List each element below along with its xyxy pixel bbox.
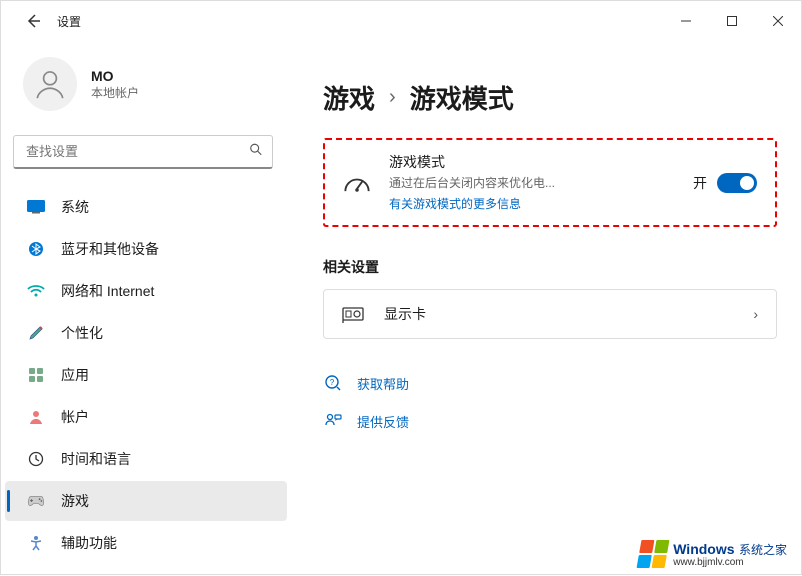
sidebar-item-accessibility[interactable]: 辅助功能 xyxy=(5,523,287,563)
get-help-link[interactable]: ? 获取帮助 xyxy=(323,373,777,393)
sidebar: MO 本地帐户 系统 蓝牙和其他设备 网络和 Internet xyxy=(1,41,291,576)
close-button[interactable] xyxy=(755,1,801,41)
back-button[interactable] xyxy=(17,5,49,37)
window-controls xyxy=(663,1,801,41)
feedback-link[interactable]: 提供反馈 xyxy=(323,411,777,431)
user-subtitle: 本地帐户 xyxy=(91,84,139,101)
sidebar-item-label: 网络和 Internet xyxy=(61,281,154,301)
game-mode-toggle[interactable] xyxy=(717,173,757,193)
minimize-button[interactable] xyxy=(663,1,709,41)
monitor-icon xyxy=(27,198,45,216)
speed-icon xyxy=(343,169,371,197)
action-links: ? 获取帮助 提供反馈 xyxy=(323,373,777,431)
sidebar-item-label: 时间和语言 xyxy=(61,449,131,469)
sidebar-item-bluetooth[interactable]: 蓝牙和其他设备 xyxy=(5,229,287,269)
display-card-label: 显示卡 xyxy=(384,304,735,324)
app-title: 设置 xyxy=(57,13,81,30)
sidebar-item-label: 应用 xyxy=(61,365,89,385)
search-icon xyxy=(249,143,263,162)
feedback-icon xyxy=(323,411,343,431)
sidebar-item-personalization[interactable]: 个性化 xyxy=(5,313,287,353)
breadcrumb: 游戏 › 游戏模式 xyxy=(323,79,777,116)
gamepad-icon xyxy=(27,492,45,510)
wifi-icon xyxy=(27,282,45,300)
user-block[interactable]: MO 本地帐户 xyxy=(1,49,291,119)
chevron-right-icon: › xyxy=(389,86,396,109)
close-icon xyxy=(773,16,783,26)
game-mode-subtitle: 通过在后台关闭内容来优化电... xyxy=(389,174,675,191)
sidebar-item-label: 游戏 xyxy=(61,491,89,511)
bluetooth-icon xyxy=(27,240,45,258)
game-mode-title: 游戏模式 xyxy=(389,152,675,172)
sidebar-item-apps[interactable]: 应用 xyxy=(5,355,287,395)
sidebar-item-accounts[interactable]: 帐户 xyxy=(5,397,287,437)
maximize-button[interactable] xyxy=(709,1,755,41)
paintbrush-icon xyxy=(27,324,45,342)
sidebar-item-time-language[interactable]: 时间和语言 xyxy=(5,439,287,479)
main-content: 游戏 › 游戏模式 游戏模式 通过在后台关闭内容来优化电... 有关游戏模式的更… xyxy=(291,41,801,576)
game-mode-toggle-wrap: 开 xyxy=(693,173,757,193)
svg-text:?: ? xyxy=(330,378,335,387)
gpu-icon xyxy=(342,304,366,324)
sidebar-item-label: 系统 xyxy=(61,197,89,217)
related-settings-heading: 相关设置 xyxy=(323,257,777,277)
user-name: MO xyxy=(91,68,139,84)
search-input[interactable] xyxy=(13,135,273,169)
sidebar-item-label: 帐户 xyxy=(61,407,89,427)
watermark-sub: 系统之家 xyxy=(739,543,787,557)
help-label: 获取帮助 xyxy=(357,374,409,393)
accessibility-icon xyxy=(27,534,45,552)
sidebar-item-gaming[interactable]: 游戏 xyxy=(5,481,287,521)
clock-icon xyxy=(27,450,45,468)
watermark: Windows 系统之家 www.bjjmlv.com xyxy=(629,536,797,572)
breadcrumb-current: 游戏模式 xyxy=(410,79,514,116)
chevron-right-icon: › xyxy=(753,306,758,322)
feedback-label: 提供反馈 xyxy=(357,412,409,431)
sidebar-item-system[interactable]: 系统 xyxy=(5,187,287,227)
minimize-icon xyxy=(681,16,691,26)
sidebar-item-network[interactable]: 网络和 Internet xyxy=(5,271,287,311)
sidebar-item-label: 辅助功能 xyxy=(61,533,117,553)
game-mode-more-link[interactable]: 有关游戏模式的更多信息 xyxy=(389,195,521,212)
toggle-state-label: 开 xyxy=(693,173,707,193)
maximize-icon xyxy=(727,16,737,26)
display-card-link[interactable]: 显示卡 › xyxy=(323,289,777,339)
search-wrap xyxy=(13,135,273,169)
sidebar-item-label: 个性化 xyxy=(61,323,103,343)
breadcrumb-parent[interactable]: 游戏 xyxy=(323,79,375,116)
arrow-left-icon xyxy=(25,13,41,29)
apps-icon xyxy=(27,366,45,384)
help-icon: ? xyxy=(323,373,343,393)
nav-list: 系统 蓝牙和其他设备 网络和 Internet 个性化 应用 帐户 xyxy=(1,187,291,576)
avatar xyxy=(23,57,77,111)
account-icon xyxy=(27,408,45,426)
watermark-brand: Windows xyxy=(673,541,734,557)
game-mode-card: 游戏模式 通过在后台关闭内容来优化电... 有关游戏模式的更多信息 开 xyxy=(323,138,777,227)
sidebar-item-label: 蓝牙和其他设备 xyxy=(61,239,159,259)
sidebar-item-privacy[interactable]: 隐私和安全性 xyxy=(5,565,287,576)
user-icon xyxy=(33,67,67,101)
titlebar: 设置 xyxy=(1,1,801,41)
windows-logo-icon xyxy=(637,540,670,568)
